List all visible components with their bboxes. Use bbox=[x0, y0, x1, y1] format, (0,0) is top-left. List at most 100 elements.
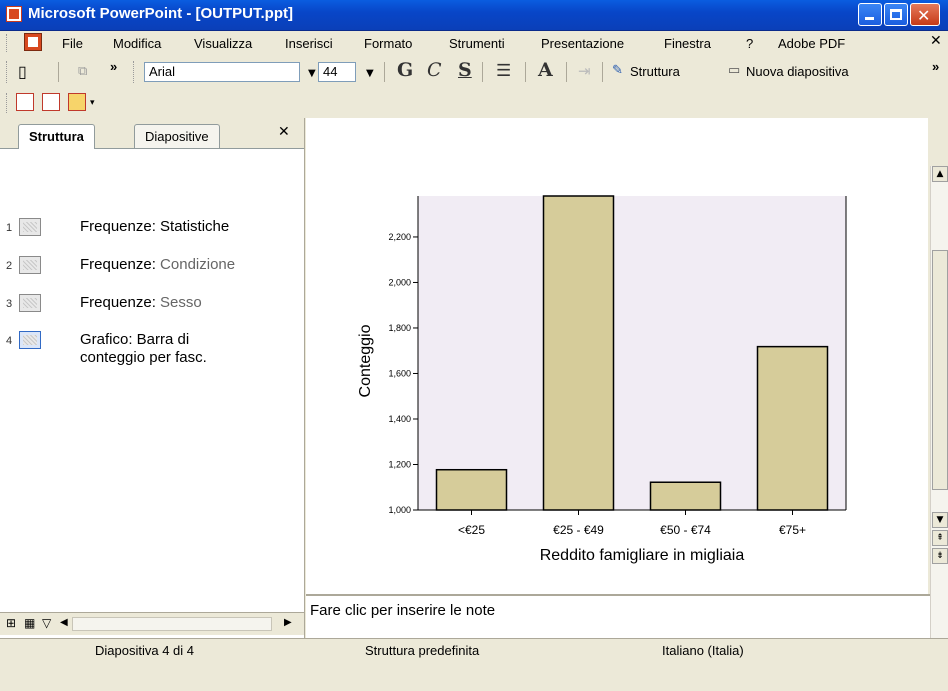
document-icon[interactable] bbox=[24, 33, 42, 51]
slide-sorter-icon[interactable]: ▦ bbox=[24, 616, 35, 630]
tab-struttura[interactable]: Struttura bbox=[18, 124, 95, 149]
slide-vertical-scrollbar[interactable]: ▲ ▼ ⇞ ⇟ bbox=[930, 166, 948, 594]
underline-button[interactable]: S bbox=[458, 59, 472, 81]
outline-item-label-line2: conteggio per fasc. bbox=[80, 349, 207, 366]
copy-icon[interactable]: ⧉ bbox=[78, 63, 87, 79]
chevron-down-icon[interactable]: ▾ bbox=[90, 97, 95, 108]
status-language: Italiano (Italia) bbox=[662, 643, 744, 658]
slideshow-icon[interactable]: ▽ bbox=[42, 616, 51, 630]
scroll-down-icon[interactable]: ▼ bbox=[932, 512, 948, 528]
bullets-icon[interactable]: ☰ bbox=[496, 61, 511, 81]
previous-slide-icon[interactable]: ⇞ bbox=[932, 530, 948, 546]
menubar-grip[interactable] bbox=[6, 34, 10, 52]
scroll-right-icon[interactable]: ▶ bbox=[284, 617, 292, 628]
pdf-email-icon[interactable] bbox=[42, 93, 60, 111]
more-buttons-icon[interactable]: » bbox=[932, 59, 939, 74]
outline-item-title: Frequenze: Statistiche bbox=[80, 218, 229, 236]
close-button[interactable]: ✕ bbox=[910, 3, 940, 26]
increase-font-icon[interactable]: A bbox=[538, 59, 553, 81]
font-size-combo[interactable]: 44 bbox=[318, 62, 356, 82]
slide-icon bbox=[19, 256, 41, 274]
tab-diapositive[interactable]: Diapositive bbox=[134, 124, 220, 148]
outline-item-title: Frequenze: Sesso bbox=[80, 294, 202, 312]
chevron-down-icon[interactable]: ▼ bbox=[308, 68, 316, 79]
minimize-icon bbox=[865, 17, 874, 20]
y-tick-label: 1,000 bbox=[388, 505, 411, 515]
y-tick-label: 1,600 bbox=[388, 368, 411, 378]
bold-button[interactable]: G bbox=[397, 59, 413, 81]
scroll-up-icon[interactable]: ▲ bbox=[932, 166, 948, 182]
document-close-icon[interactable]: ✕ bbox=[930, 33, 942, 49]
title-bar: Microsoft PowerPoint - [OUTPUT.ppt] ✕ bbox=[0, 0, 948, 31]
outline-item-title: Frequenze: Condizione bbox=[80, 256, 235, 274]
menu-bar: File Modifica Visualizza Inserisci Forma… bbox=[0, 31, 948, 55]
menu-inserisci[interactable]: Inserisci bbox=[285, 36, 333, 51]
pane-tabs: Struttura Diapositive ✕ bbox=[0, 118, 304, 149]
pane-close-icon[interactable]: ✕ bbox=[278, 124, 290, 140]
chevron-down-icon[interactable]: ▼ bbox=[366, 68, 374, 79]
y-tick-label: 1,200 bbox=[388, 459, 411, 469]
outline-item-label-secondary: Sesso bbox=[160, 294, 202, 311]
italic-button[interactable]: C bbox=[427, 59, 442, 81]
menu-file[interactable]: File bbox=[62, 36, 83, 51]
toolbar-grip[interactable] bbox=[6, 61, 10, 83]
outline-item-title: Grafico: Barra di conteggio per fasc. bbox=[80, 331, 207, 367]
menu-finestra[interactable]: Finestra bbox=[664, 36, 711, 51]
menu-visualizza[interactable]: Visualizza bbox=[194, 36, 252, 51]
outline-item-label: Frequenze: bbox=[80, 256, 161, 273]
x-tick-label: <€25 bbox=[458, 523, 485, 537]
x-tick-label: €50 - €74 bbox=[660, 523, 711, 537]
maximize-button[interactable] bbox=[884, 3, 908, 26]
font-name-combo[interactable]: Arial bbox=[144, 62, 300, 82]
pdf-review-icon[interactable] bbox=[68, 93, 86, 111]
horizontal-scrollbar[interactable] bbox=[72, 617, 272, 631]
separator bbox=[482, 62, 483, 82]
design-button[interactable]: Struttura bbox=[630, 64, 680, 79]
separator bbox=[58, 62, 59, 82]
separator bbox=[525, 62, 526, 82]
slide-number: 3 bbox=[6, 298, 13, 310]
outline-item-label: Grafico: Barra di bbox=[80, 331, 190, 348]
normal-view-icon[interactable]: ⊞ bbox=[6, 616, 16, 630]
notes-pane[interactable]: Fare clic per inserire le note bbox=[306, 594, 930, 640]
menu-help[interactable]: ? bbox=[746, 36, 753, 51]
maximize-icon bbox=[890, 9, 902, 20]
slide-number: 1 bbox=[6, 222, 13, 234]
menu-strumenti[interactable]: Strumenti bbox=[449, 36, 505, 51]
x-axis-label: Reddito famigliare in migliaia bbox=[540, 547, 745, 564]
notes-placeholder[interactable]: Fare clic per inserire le note bbox=[310, 602, 495, 619]
next-slide-icon[interactable]: ⇟ bbox=[932, 548, 948, 564]
notes-vertical-scrollbar[interactable] bbox=[930, 594, 948, 638]
new-slide-button[interactable]: Nuova diapositiva bbox=[746, 64, 849, 79]
new-slide-icon: ▭ bbox=[728, 62, 741, 77]
status-design: Struttura predefinita bbox=[365, 643, 480, 658]
outline-item-label-secondary: Condizione bbox=[160, 256, 236, 273]
powerpoint-icon[interactable] bbox=[6, 6, 22, 22]
toolbar-grip[interactable] bbox=[133, 61, 137, 83]
status-slide: Diapositiva 4 di 4 bbox=[95, 643, 194, 658]
slide-icon bbox=[19, 218, 41, 236]
bar bbox=[435, 468, 508, 511]
x-tick-label: €25 - €49 bbox=[553, 523, 604, 537]
scroll-left-icon[interactable]: ◀ bbox=[60, 617, 68, 628]
pdf-convert-icon[interactable] bbox=[16, 93, 34, 111]
y-tick-label: 2,000 bbox=[388, 277, 411, 287]
toolbar-grip[interactable] bbox=[6, 93, 10, 113]
formatting-toolbar: ▯ ⧉ » Arial ▼ 44 ▼ G C S ☰ A ⇥ ✎ Struttu… bbox=[0, 56, 948, 88]
close-icon: ✕ bbox=[917, 6, 931, 25]
new-document-icon[interactable]: ▯ bbox=[18, 62, 27, 82]
menu-presentazione[interactable]: Presentazione bbox=[541, 36, 624, 51]
indent-icon[interactable]: ⇥ bbox=[578, 62, 591, 80]
menu-formato[interactable]: Formato bbox=[364, 36, 412, 51]
y-tick-label: 1,800 bbox=[388, 323, 411, 333]
more-buttons-icon[interactable]: » bbox=[110, 59, 117, 74]
separator bbox=[384, 62, 385, 82]
scroll-thumb[interactable] bbox=[932, 250, 948, 490]
outline-item-label: Frequenze: bbox=[80, 294, 161, 311]
view-buttons-bar: ⊞ ▦ ▽ ◀ ▶ bbox=[0, 612, 304, 635]
separator bbox=[602, 62, 603, 82]
separator bbox=[566, 62, 567, 82]
menu-modifica[interactable]: Modifica bbox=[113, 36, 161, 51]
minimize-button[interactable] bbox=[858, 3, 882, 26]
menu-adobe-pdf[interactable]: Adobe PDF bbox=[778, 36, 845, 51]
